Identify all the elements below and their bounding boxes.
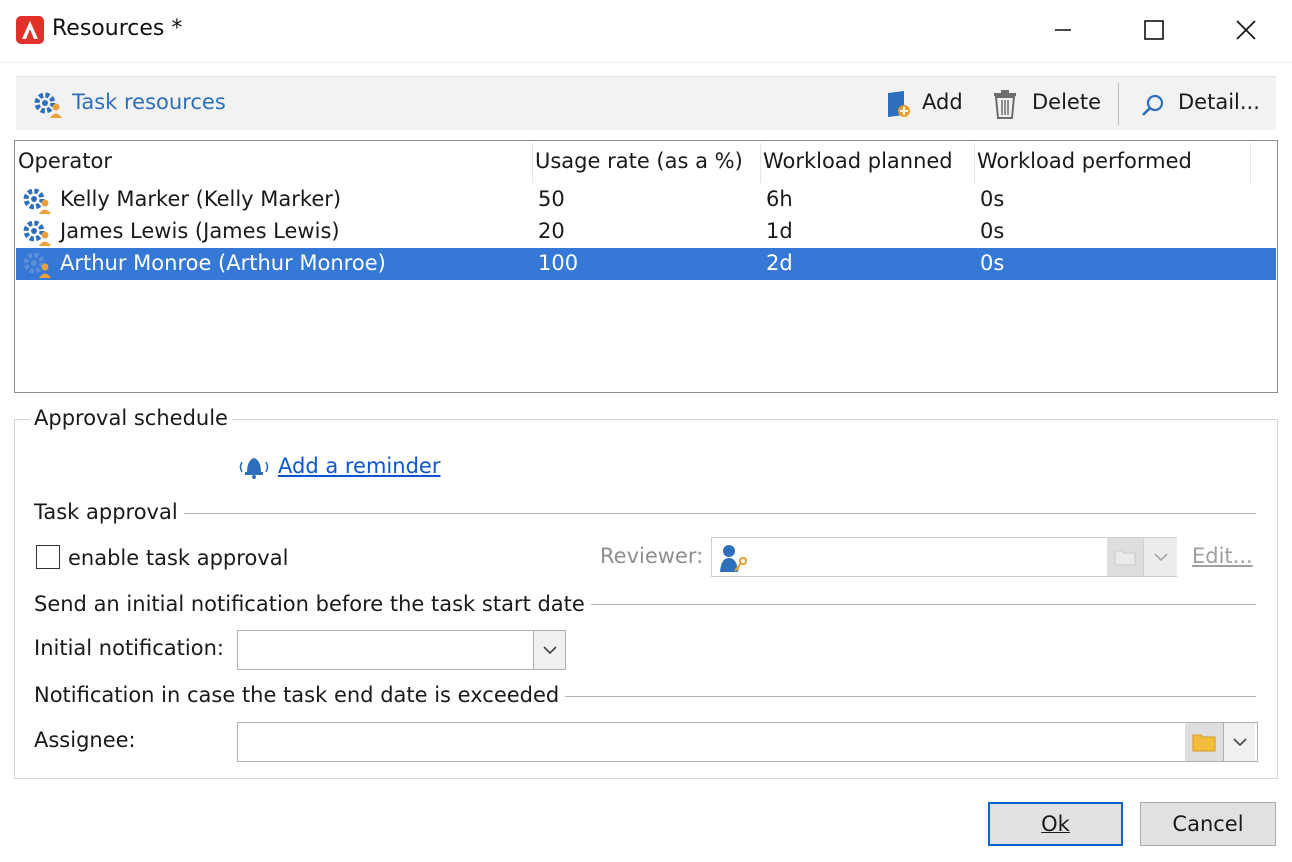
- column-separator: [974, 143, 975, 183]
- cell-performed: 0s: [980, 251, 1005, 275]
- reviewer-user-icon: [716, 542, 750, 579]
- task-approval-title: Task approval: [34, 500, 184, 524]
- chevron-down-icon: [1232, 738, 1247, 747]
- trash-icon: [992, 89, 1018, 124]
- reviewer-field[interactable]: [711, 537, 1177, 577]
- reviewer-folder-button[interactable]: [1107, 538, 1143, 576]
- title-divider: [0, 62, 1292, 63]
- toolbar-separator: [1118, 83, 1119, 125]
- cell-operator: James Lewis (James Lewis): [60, 219, 340, 243]
- folder-icon: [1192, 734, 1216, 752]
- assignee-label: Assignee:: [34, 728, 136, 752]
- cell-performed: 0s: [980, 187, 1005, 211]
- toolbar: Task resources Add Delete Detail...: [16, 76, 1276, 130]
- enable-task-approval-checkbox[interactable]: [36, 545, 60, 569]
- minimize-button[interactable]: [1040, 10, 1086, 50]
- close-button[interactable]: [1223, 10, 1269, 50]
- reviewer-label: Reviewer:: [600, 544, 704, 568]
- close-icon: [1236, 20, 1256, 40]
- cell-usage: 100: [538, 251, 579, 275]
- column-separator: [1250, 143, 1251, 183]
- detail-button[interactable]: Detail...: [1136, 81, 1272, 127]
- app-logo-icon: [16, 16, 44, 44]
- cell-usage: 20: [538, 219, 565, 243]
- chevron-down-icon: [542, 646, 557, 655]
- column-header-operator[interactable]: Operator: [18, 149, 112, 173]
- cell-performed: 0s: [980, 219, 1005, 243]
- cell-planned: 2d: [766, 251, 793, 275]
- cell-operator: Arthur Monroe (Arthur Monroe): [60, 251, 386, 275]
- table-row-selected[interactable]: Arthur Monroe (Arthur Monroe) 100 2d 0s: [16, 248, 1276, 280]
- cell-usage: 50: [538, 187, 565, 211]
- window-title: Resources *: [52, 16, 183, 41]
- ok-label: Ok: [1041, 812, 1070, 836]
- column-separator: [532, 143, 533, 183]
- cell-operator: Kelly Marker (Kelly Marker): [60, 187, 342, 211]
- cancel-button[interactable]: Cancel: [1140, 802, 1276, 846]
- resource-table[interactable]: Operator Usage rate (as a %) Workload pl…: [14, 140, 1278, 393]
- cell-planned: 1d: [766, 219, 793, 243]
- detail-label: Detail...: [1178, 90, 1260, 114]
- maximize-icon: [1144, 20, 1164, 40]
- approval-schedule-title: Approval schedule: [30, 406, 232, 430]
- initial-notification-section-title: Send an initial notification before the …: [34, 592, 591, 616]
- reviewer-dropdown-button[interactable]: [1143, 538, 1177, 576]
- table-row[interactable]: Kelly Marker (Kelly Marker) 50 6h 0s: [16, 184, 1276, 216]
- add-label: Add: [922, 90, 963, 114]
- add-reminder-link[interactable]: Add a reminder: [278, 454, 440, 478]
- minimize-icon: [1055, 29, 1071, 31]
- chevron-down-icon: [1153, 553, 1168, 562]
- operator-icon: [21, 217, 53, 252]
- toolbar-title: Task resources: [72, 90, 226, 114]
- assignee-field[interactable]: [237, 722, 1258, 762]
- initial-notification-select[interactable]: [237, 630, 566, 670]
- add-button[interactable]: Add: [884, 81, 974, 127]
- cancel-label: Cancel: [1172, 812, 1244, 836]
- table-row[interactable]: James Lewis (James Lewis) 20 1d 0s: [16, 216, 1276, 248]
- initial-notification-label: Initial notification:: [34, 636, 224, 660]
- task-resources-icon: [32, 89, 64, 124]
- exceeded-notification-section-title: Notification in case the task end date i…: [34, 683, 566, 707]
- search-icon: [1140, 93, 1166, 124]
- delete-label: Delete: [1032, 90, 1101, 114]
- operator-icon: [21, 249, 53, 284]
- ok-button[interactable]: Ok: [988, 802, 1123, 846]
- edit-reviewer-link[interactable]: Edit...: [1192, 544, 1253, 568]
- column-header-performed[interactable]: Workload performed: [977, 149, 1192, 173]
- title-bar: [0, 0, 1292, 62]
- delete-button[interactable]: Delete: [990, 81, 1108, 127]
- assignee-dropdown-button[interactable]: [1223, 723, 1255, 761]
- initial-notification-dropdown-button[interactable]: [533, 631, 565, 669]
- column-header-planned[interactable]: Workload planned: [763, 149, 953, 173]
- maximize-button[interactable]: [1131, 10, 1177, 50]
- column-header-usage[interactable]: Usage rate (as a %): [535, 149, 743, 173]
- add-icon: [884, 89, 912, 124]
- column-separator: [760, 143, 761, 183]
- operator-icon: [21, 185, 53, 220]
- assignee-folder-button[interactable]: [1185, 723, 1223, 761]
- cell-planned: 6h: [766, 187, 793, 211]
- enable-task-approval-label: enable task approval: [68, 546, 289, 570]
- folder-icon: [1114, 550, 1136, 566]
- section-divider: [34, 513, 1256, 514]
- bell-icon: [236, 452, 272, 485]
